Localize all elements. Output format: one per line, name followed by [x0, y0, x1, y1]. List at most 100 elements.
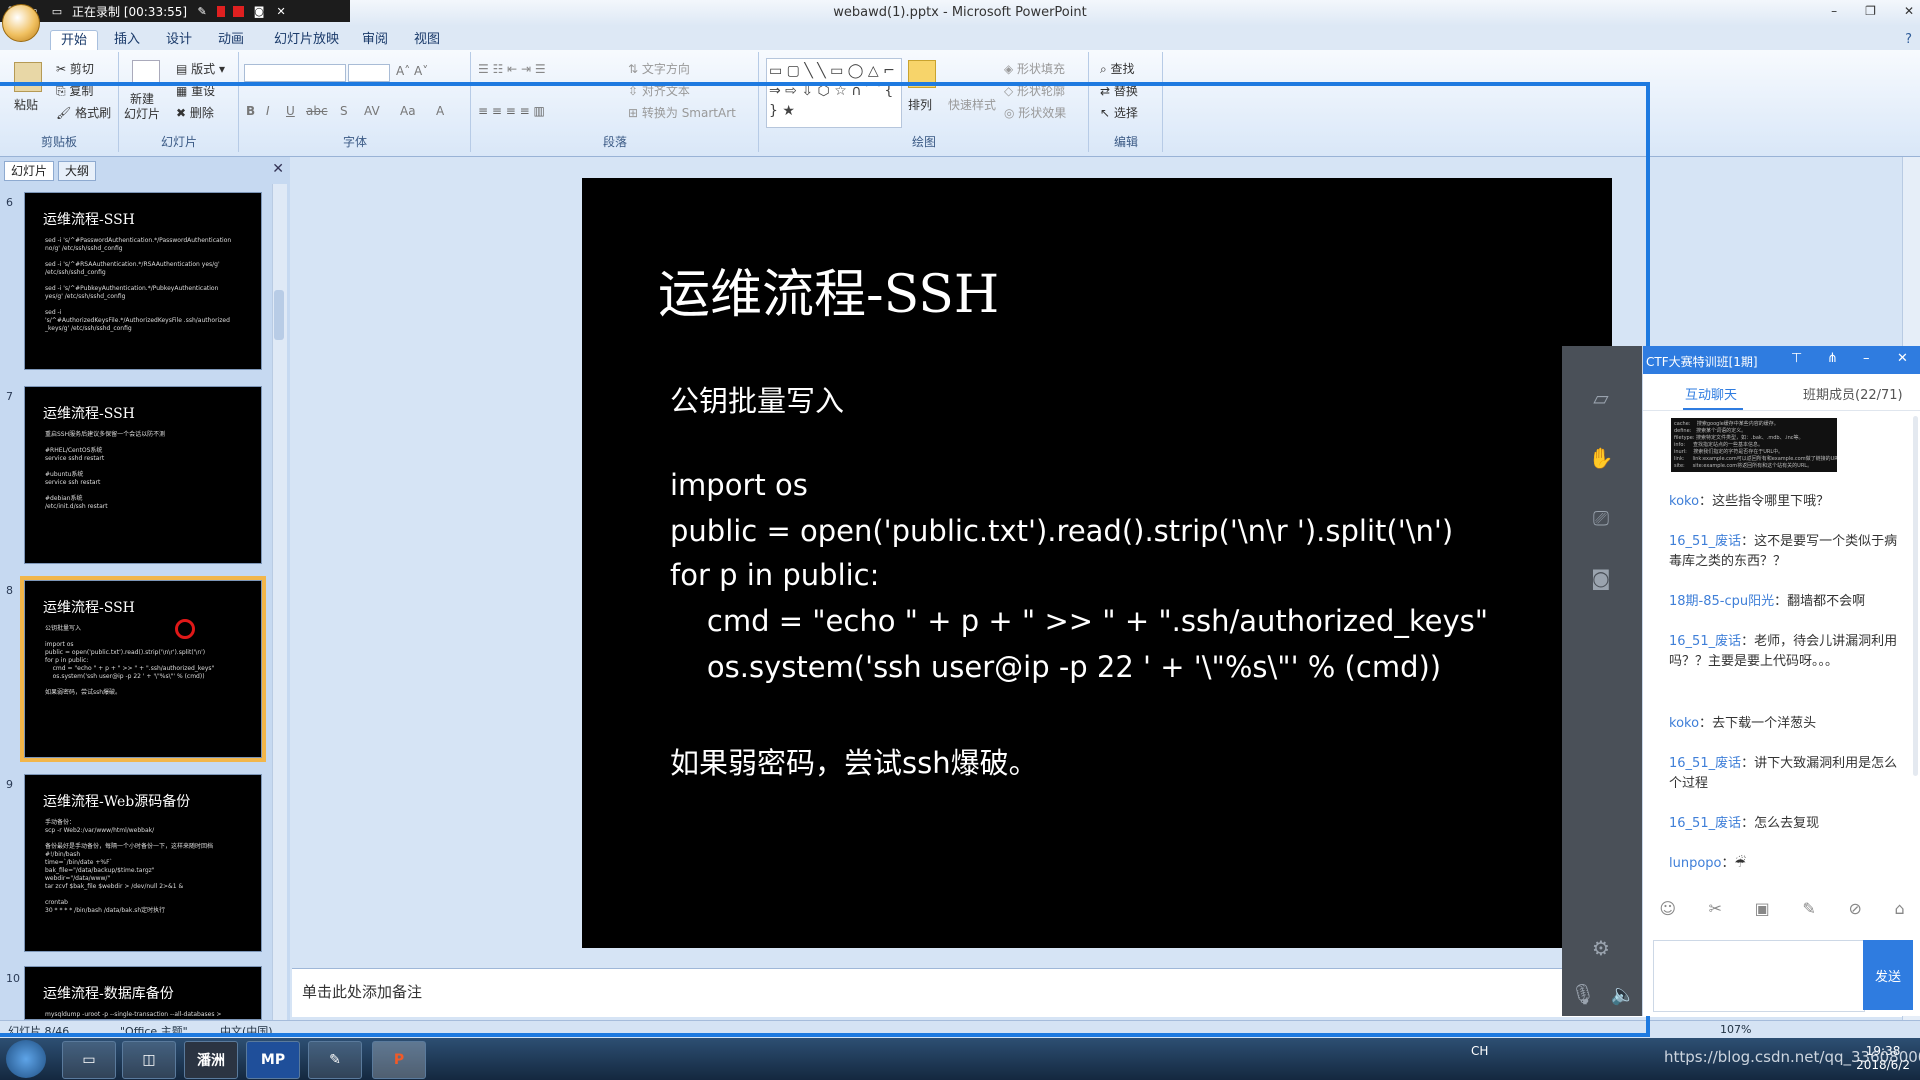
format-painter-button[interactable]: 🖌 格式刷: [56, 104, 111, 121]
message-author[interactable]: 16_51_废话: [1669, 634, 1741, 649]
text-direction-button[interactable]: ⇅ 文字方向: [628, 60, 690, 77]
arrange-button[interactable]: 排列: [908, 96, 932, 113]
block-icon[interactable]: ⊘: [1848, 899, 1861, 918]
align-text-button[interactable]: ⇳ 对齐文本: [628, 82, 690, 99]
new-slide-button[interactable]: 新建 幻灯片: [124, 92, 160, 122]
image-icon[interactable]: ▣: [1755, 899, 1770, 918]
quick-styles-button[interactable]: 快速样式: [948, 96, 996, 113]
reset-button[interactable]: ▦ 重设: [176, 82, 215, 99]
shape-effects-button[interactable]: ◎ 形状效果: [1004, 104, 1066, 121]
taskbar-app-3[interactable]: 潘洲: [184, 1041, 238, 1079]
tab-animation[interactable]: 动画: [208, 30, 254, 50]
close-button[interactable]: ✕: [1904, 4, 1914, 18]
screen-share-icon[interactable]: ⎚: [1586, 506, 1616, 532]
bullets-icon[interactable]: ☰ ☷ ⇤ ⇥ ☰: [478, 62, 546, 76]
shadow-button[interactable]: S: [340, 104, 348, 118]
tab-members[interactable]: 班期成员(22/71): [1803, 384, 1903, 403]
message-author[interactable]: 16_51_废话: [1669, 756, 1741, 771]
tab-slideshow[interactable]: 幻灯片放映: [264, 30, 349, 50]
tab-home[interactable]: 开始: [50, 30, 99, 51]
slide-title[interactable]: 运维流程-SSH: [658, 252, 999, 327]
taskbar-app-2[interactable]: ◫: [122, 1041, 176, 1079]
pin-icon[interactable]: ⊤: [1791, 351, 1802, 366]
char-spacing-button[interactable]: AV: [364, 104, 380, 118]
slide-thumbnail-9[interactable]: 运维流程-Web源码备份 手动备份： scp -r Web2:/var/www/…: [24, 774, 262, 952]
underline-button[interactable]: U: [286, 104, 295, 118]
message-author[interactable]: lunpopo: [1669, 856, 1722, 871]
tab-design[interactable]: 设计: [156, 30, 202, 50]
italic-button[interactable]: I: [266, 104, 270, 118]
taskbar-app-powerpoint[interactable]: P: [372, 1041, 426, 1079]
pencil-icon[interactable]: ✎: [195, 4, 209, 18]
maximize-button[interactable]: ❐: [1865, 4, 1876, 18]
slide-thumbnail-10[interactable]: 运维流程-数据库备份 mysqldump -uroot -p --single-…: [24, 966, 262, 1020]
camera-icon[interactable]: ◙: [252, 4, 266, 18]
select-button[interactable]: ↖ 选择: [1100, 104, 1138, 121]
strike-button[interactable]: abc: [306, 104, 328, 118]
current-slide[interactable]: 运维流程-SSH 公钥批量写入 import os public = open(…: [582, 178, 1612, 948]
slide-thumbnail-6[interactable]: 运维流程-SSH sed -i 's/^#PasswordAuthenticat…: [24, 192, 262, 370]
office-button[interactable]: [2, 4, 40, 42]
slide-thumbnail-7[interactable]: 运维流程-SSH 重启SSH服务后建议多保留一个会话以防不测 #RHEL/Cen…: [24, 386, 262, 564]
share-icon[interactable]: ⋔: [1827, 351, 1838, 366]
close-icon[interactable]: ✕: [274, 4, 288, 18]
hand-icon[interactable]: ✋: [1586, 446, 1616, 472]
find-button[interactable]: ⌕ 查找: [1100, 60, 1135, 77]
help-icon[interactable]: ?: [1905, 32, 1912, 47]
send-button[interactable]: 发送: [1863, 940, 1913, 1010]
minimize-button[interactable]: –: [1831, 4, 1837, 18]
stop-icon[interactable]: [233, 5, 245, 17]
message-author[interactable]: koko: [1669, 716, 1699, 731]
align-icons[interactable]: ≡ ≡ ≡ ≡ ▥: [478, 104, 545, 118]
font-color-button[interactable]: A: [436, 104, 444, 118]
message-author[interactable]: 16_51_废话: [1669, 816, 1741, 831]
pause-icon[interactable]: [217, 5, 226, 17]
edit-icon[interactable]: ✎: [1802, 899, 1815, 918]
chat-scrollbar[interactable]: [1913, 416, 1918, 776]
close-icon[interactable]: ✕: [1897, 351, 1908, 366]
tab-slides-panel[interactable]: 幻灯片: [4, 161, 55, 181]
layout-button[interactable]: ▤ 版式 ▾: [176, 60, 225, 77]
shapes-gallery[interactable]: ▭ ▢ ╲ ╲ ▭ ◯ △ ⌐ ⇒ ⇨ ⇩ ⬡ ☆ ∩ ⌒ { } ★: [766, 58, 902, 128]
replace-button[interactable]: ⇄ 替换: [1100, 82, 1138, 99]
copy-button[interactable]: ⎘ 复制: [56, 82, 93, 99]
font-name-combo[interactable]: [244, 64, 346, 82]
taskbar-app-mp[interactable]: MP: [246, 1041, 300, 1079]
shape-fill-button[interactable]: ◈ 形状填充: [1004, 60, 1065, 77]
delete-button[interactable]: ✖ 删除: [176, 104, 214, 121]
zoom-level[interactable]: 107%: [1720, 1023, 1751, 1036]
paste-button[interactable]: 粘贴: [14, 96, 38, 113]
tab-review[interactable]: 审阅: [352, 30, 398, 50]
slide-thumbnail-8[interactable]: 运维流程-SSH 公钥批量写入 import os public = open(…: [20, 576, 266, 762]
whiteboard-icon[interactable]: ▱: [1586, 386, 1616, 412]
taskbar-app-explorer[interactable]: ▭: [62, 1041, 116, 1079]
start-button[interactable]: [6, 1040, 46, 1078]
message-author[interactable]: 18期-85-cpu阳光: [1669, 594, 1774, 609]
bold-button[interactable]: B: [246, 104, 255, 118]
cut-button[interactable]: ✂ 剪切: [56, 60, 94, 77]
tab-view[interactable]: 视图: [404, 30, 450, 50]
emoji-icon[interactable]: ☺: [1659, 899, 1676, 918]
speaker-icon[interactable]: 🔈: [1608, 982, 1638, 1008]
shape-outline-button[interactable]: ◇ 形状轮廓: [1004, 82, 1065, 99]
smartart-button[interactable]: ⊞ 转换为 SmartArt: [628, 104, 736, 121]
chat-input[interactable]: [1653, 940, 1865, 1012]
tab-outline-panel[interactable]: 大纲: [58, 161, 97, 181]
close-icon[interactable]: ✕: [272, 161, 284, 177]
grow-font-icon[interactable]: A˄ A˅: [396, 64, 428, 78]
chat-image[interactable]: cache: 搜索google缓存中某些内容的缓存。 define: 搜索某个词…: [1671, 418, 1837, 472]
tab-interactive-chat[interactable]: 互动聊天: [1685, 384, 1737, 403]
gear-icon[interactable]: ⚙: [1586, 936, 1616, 962]
scrollbar-thumb[interactable]: [274, 290, 284, 340]
taskbar-app-notepad[interactable]: ✎: [308, 1041, 362, 1079]
camera-icon[interactable]: ◙: [1586, 566, 1616, 592]
message-author[interactable]: koko: [1669, 494, 1699, 509]
window-icon[interactable]: ▭: [50, 4, 64, 18]
tab-insert[interactable]: 插入: [104, 30, 150, 50]
gift-icon[interactable]: ⌂: [1894, 899, 1904, 918]
change-case-button[interactable]: Aa: [400, 104, 416, 118]
microphone-icon[interactable]: 🎙: [1568, 982, 1598, 1008]
scissors-icon[interactable]: ✂: [1709, 899, 1722, 918]
minimize-icon[interactable]: –: [1863, 351, 1870, 366]
ime-indicator[interactable]: CH: [1471, 1044, 1488, 1058]
